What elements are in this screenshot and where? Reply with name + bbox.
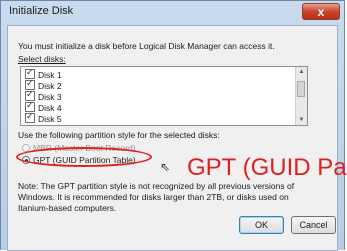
initialize-disk-dialog: Initialize Disk x You must initialize a … <box>0 0 345 251</box>
scroll-down-icon[interactable]: ▼ <box>296 115 307 125</box>
note-line-2: Windows. It is recommended for disks lar… <box>18 192 289 202</box>
disk-item-5[interactable]: Disk 5 <box>25 111 62 124</box>
disk-label: Disk 2 <box>38 81 62 91</box>
cancel-button[interactable]: Cancel <box>291 216 336 234</box>
mouse-pointer-icon: ⇖ <box>160 160 171 174</box>
annotation-text: GPT (GUID Pa <box>187 154 347 181</box>
ok-button[interactable]: OK <box>239 216 284 234</box>
scrollbar[interactable]: ▲ ▼ <box>295 67 307 125</box>
scroll-up-icon[interactable]: ▲ <box>296 67 307 77</box>
disk-label: Disk 3 <box>38 92 62 102</box>
disk-list[interactable]: Disk 1 Disk 2 Disk 3 Disk 4 Disk 5 ▲ ▼ <box>20 66 308 126</box>
note-line-1: Note: The GPT partition style is not rec… <box>18 181 295 191</box>
window-title: Initialize Disk <box>9 5 74 17</box>
dialog-body: You must initialize a disk before Logica… <box>7 25 338 251</box>
disk-label: Disk 5 <box>38 114 62 124</box>
partition-style-label: Use the following partition style for th… <box>18 130 220 140</box>
checkbox-checked-icon[interactable] <box>25 111 35 123</box>
scroll-thumb[interactable] <box>297 81 305 97</box>
note-line-3: Itanium-based computers. <box>18 203 117 213</box>
disk-label: Disk 4 <box>38 103 62 113</box>
intro-text: You must initialize a disk before Logica… <box>18 41 275 51</box>
title-bar[interactable]: Initialize Disk x <box>1 1 344 23</box>
close-button[interactable]: x <box>302 3 340 20</box>
highlight-ellipse <box>16 147 152 167</box>
select-disks-label: Select disks: <box>18 54 66 64</box>
disk-label: Disk 1 <box>38 70 62 80</box>
close-icon: x <box>317 5 325 19</box>
